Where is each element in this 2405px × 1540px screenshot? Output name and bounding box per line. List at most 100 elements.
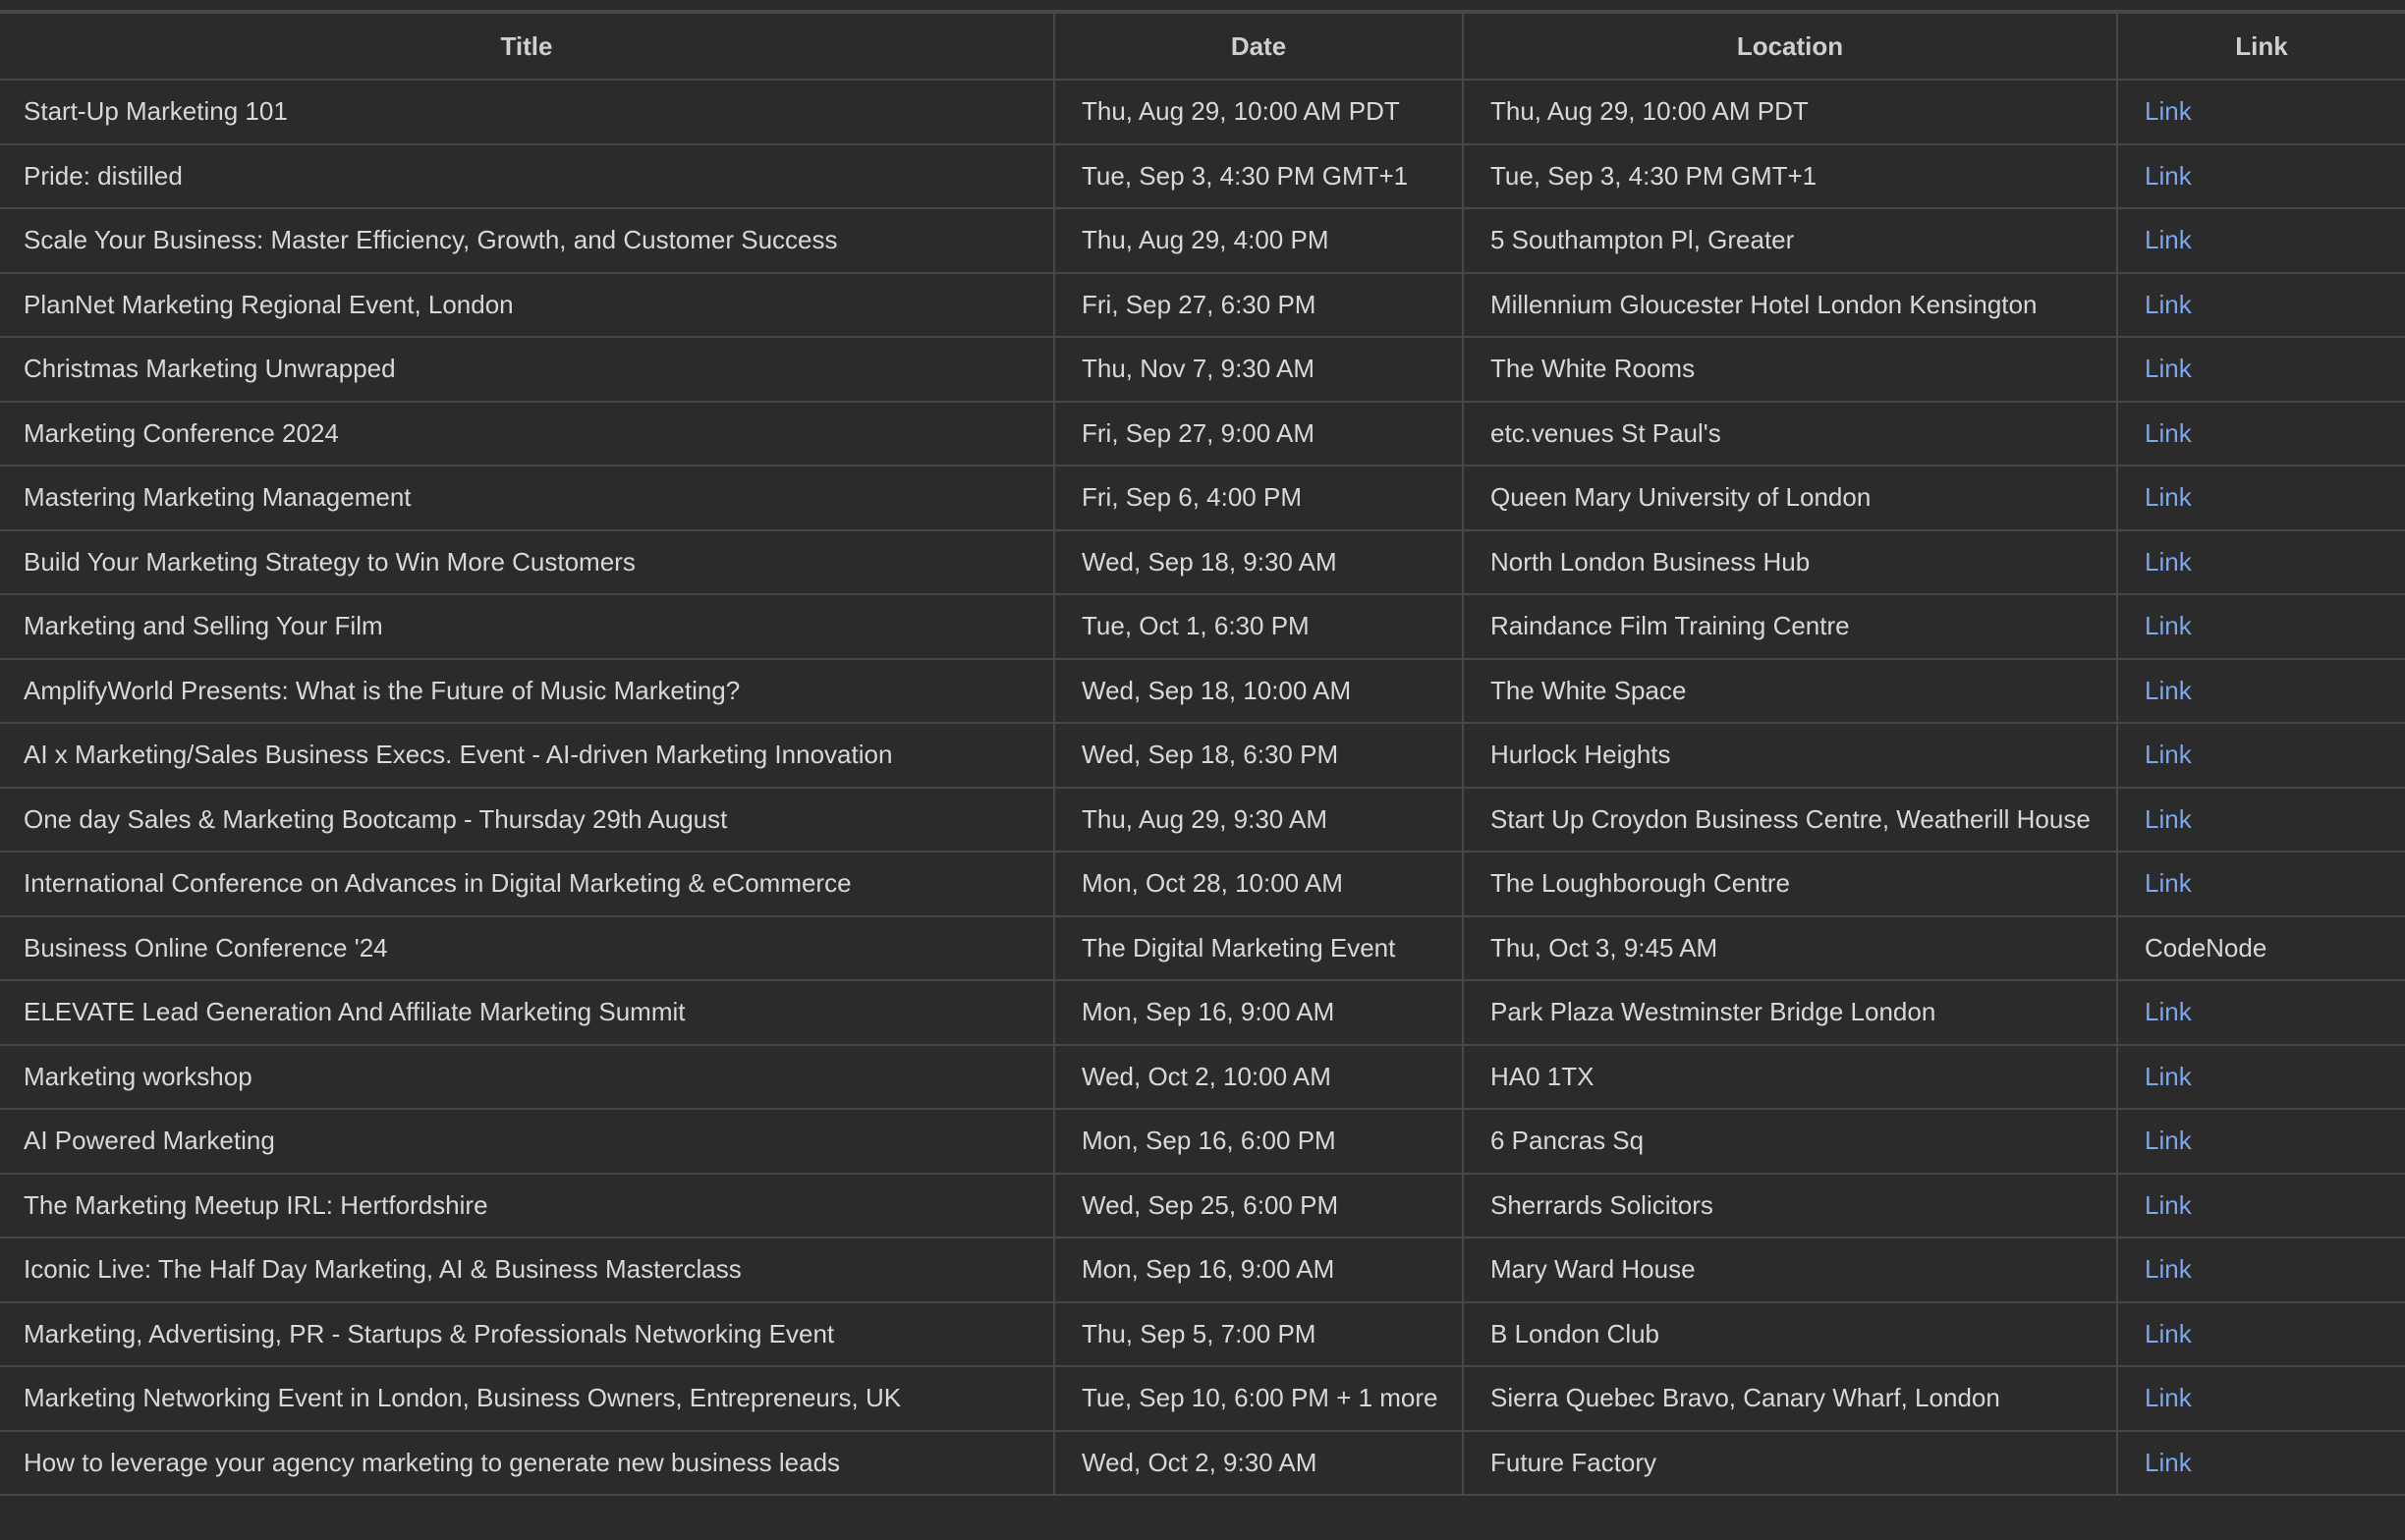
table-row: International Conference on Advances in … [0,851,2405,917]
table-row: One day Sales & Marketing Bootcamp - Thu… [0,786,2405,852]
table-row: Marketing and Selling Your Film Tue, Oct … [0,593,2405,660]
event-link[interactable]: Link [2145,1190,2192,1220]
event-link[interactable]: Link [2145,1448,2192,1477]
event-link[interactable]: Link [2145,354,2192,383]
event-link[interactable]: Link [2145,676,2192,705]
event-location-cell: Future Factory [1462,1429,2118,1496]
event-title-cell: Iconic Live: The Half Day Marketing, AI … [0,1237,1055,1303]
event-link[interactable]: Link [2145,804,2192,834]
column-header-location[interactable]: Location [1462,12,2118,81]
event-date-cell: Fri, Sep 27, 6:30 PM [1053,271,1464,338]
event-link[interactable]: Link [2145,482,2192,512]
table-row: AI Powered Marketing Mon, Sep 16, 6:00 PM… [0,1108,2405,1175]
event-location-cell: Hurlock Heights [1462,722,2118,789]
table-row: Business Online Conference '24 The Digita… [0,914,2405,981]
event-link-cell: Link [2116,1237,2405,1303]
event-date-cell: Wed, Oct 2, 9:30 AM [1053,1429,1464,1496]
event-title-cell: One day Sales & Marketing Bootcamp - Thu… [0,786,1055,852]
event-link-cell: Link [2116,1108,2405,1175]
event-link[interactable]: Link [2145,740,2192,769]
table-row: PlanNet Marketing Regional Event, London… [0,271,2405,338]
event-title-cell: Build Your Marketing Strategy to Win Mor… [0,528,1055,595]
event-link-cell: Link [2116,79,2405,145]
event-location-cell: Sherrards Solicitors [1462,1172,2118,1238]
table-row: Pride: distilled Tue, Sep 3, 4:30 PM GMT+… [0,142,2405,209]
event-title-cell: Marketing and Selling Your Film [0,593,1055,660]
table-row: Mastering Marketing Management Fri, Sep 6… [0,465,2405,531]
event-location-cell: B London Club [1462,1300,2118,1367]
event-location-cell: Mary Ward House [1462,1237,2118,1303]
event-link-cell: Link [2116,979,2405,1046]
event-date-cell: Tue, Sep 3, 4:30 PM GMT+1 [1053,142,1464,209]
event-link-cell: Link [2116,465,2405,531]
event-link[interactable]: Link [2145,868,2192,898]
event-title-cell: Marketing Conference 2024 [0,400,1055,467]
event-link-cell: Link [2116,1043,2405,1110]
event-link-cell: Link [2116,528,2405,595]
table-row: Marketing, Advertising, PR - Startups & … [0,1300,2405,1367]
table-row: Marketing Networking Event in London, Bu… [0,1365,2405,1432]
event-location-cell: Queen Mary University of London [1462,465,2118,531]
event-link-cell: Link [2116,786,2405,852]
event-link[interactable]: Link [2145,611,2192,640]
event-title-cell: International Conference on Advances in … [0,851,1055,917]
event-location-cell: Thu, Oct 3, 9:45 AM [1462,914,2118,981]
event-date-cell: Mon, Sep 16, 9:00 AM [1053,979,1464,1046]
event-title-cell: Christmas Marketing Unwrapped [0,336,1055,403]
column-header-title[interactable]: Title [0,12,1055,81]
event-link[interactable]: Link [2145,997,2192,1026]
event-link[interactable]: Link [2145,1383,2192,1412]
event-date-cell: Thu, Aug 29, 9:30 AM [1053,786,1464,852]
table-row: Marketing Conference 2024 Fri, Sep 27, 9:… [0,400,2405,467]
event-title-cell: AI x Marketing/Sales Business Execs. Eve… [0,722,1055,789]
event-link-cell: Link [2116,722,2405,789]
event-link[interactable]: Link [2145,225,2192,254]
event-location-cell: 6 Pancras Sq [1462,1108,2118,1175]
event-location-cell: HA0 1TX [1462,1043,2118,1110]
top-strip [0,0,2405,12]
event-title-cell: Mastering Marketing Management [0,465,1055,531]
event-date-cell: Fri, Sep 27, 9:00 AM [1053,400,1464,467]
event-link-cell: Link [2116,400,2405,467]
event-link-cell: CodeNode [2116,914,2405,981]
event-link-cell: Link [2116,271,2405,338]
event-link[interactable]: Link [2145,418,2192,448]
event-link-cell: Link [2116,593,2405,660]
table-row: Iconic Live: The Half Day Marketing, AI … [0,1237,2405,1303]
event-date-cell: Mon, Sep 16, 9:00 AM [1053,1237,1464,1303]
event-link[interactable]: Link [2145,1319,2192,1348]
event-link[interactable]: Link [2145,1254,2192,1284]
event-link-cell: Link [2116,1300,2405,1367]
column-header-link[interactable]: Link [2116,12,2405,81]
event-location-cell: Tue, Sep 3, 4:30 PM GMT+1 [1462,142,2118,209]
event-date-cell: Thu, Nov 7, 9:30 AM [1053,336,1464,403]
table-row: Scale Your Business: Master Efficiency, … [0,207,2405,274]
table-row: Start-Up Marketing 101 Thu, Aug 29, 10:00… [0,79,2405,145]
event-link-cell: Link [2116,336,2405,403]
event-link[interactable]: Link [2145,161,2192,191]
event-link[interactable]: Link [2145,1062,2192,1091]
event-link[interactable]: Link [2145,547,2192,577]
event-title-cell: Business Online Conference '24 [0,914,1055,981]
event-date-cell: Tue, Oct 1, 6:30 PM [1053,593,1464,660]
column-header-date[interactable]: Date [1053,12,1464,81]
event-title-cell: ELEVATE Lead Generation And Affiliate Ma… [0,979,1055,1046]
event-link-cell: Link [2116,142,2405,209]
table-row: AmplifyWorld Presents: What is the Futur… [0,657,2405,724]
event-location-cell: Sierra Quebec Bravo, Canary Wharf, Londo… [1462,1365,2118,1432]
event-link[interactable]: Link [2145,1126,2192,1155]
event-title-cell: AI Powered Marketing [0,1108,1055,1175]
event-date-cell: Tue, Sep 10, 6:00 PM + 1 more [1053,1365,1464,1432]
event-location-cell: Park Plaza Westminster Bridge London [1462,979,2118,1046]
event-location-cell: etc.venues St Paul's [1462,400,2118,467]
event-title-cell: How to leverage your agency marketing to… [0,1429,1055,1496]
event-link-cell: Link [2116,657,2405,724]
event-title-cell: The Marketing Meetup IRL: Hertfordshire [0,1172,1055,1238]
event-date-cell: Thu, Aug 29, 4:00 PM [1053,207,1464,274]
event-title-cell: Marketing Networking Event in London, Bu… [0,1365,1055,1432]
event-location-cell: Millennium Gloucester Hotel London Kensi… [1462,271,2118,338]
events-table: Title Date Location Link Start-Up Market… [0,12,2405,1496]
event-link[interactable]: Link [2145,290,2192,319]
event-link[interactable]: Link [2145,96,2192,126]
event-title-cell: Start-Up Marketing 101 [0,79,1055,145]
